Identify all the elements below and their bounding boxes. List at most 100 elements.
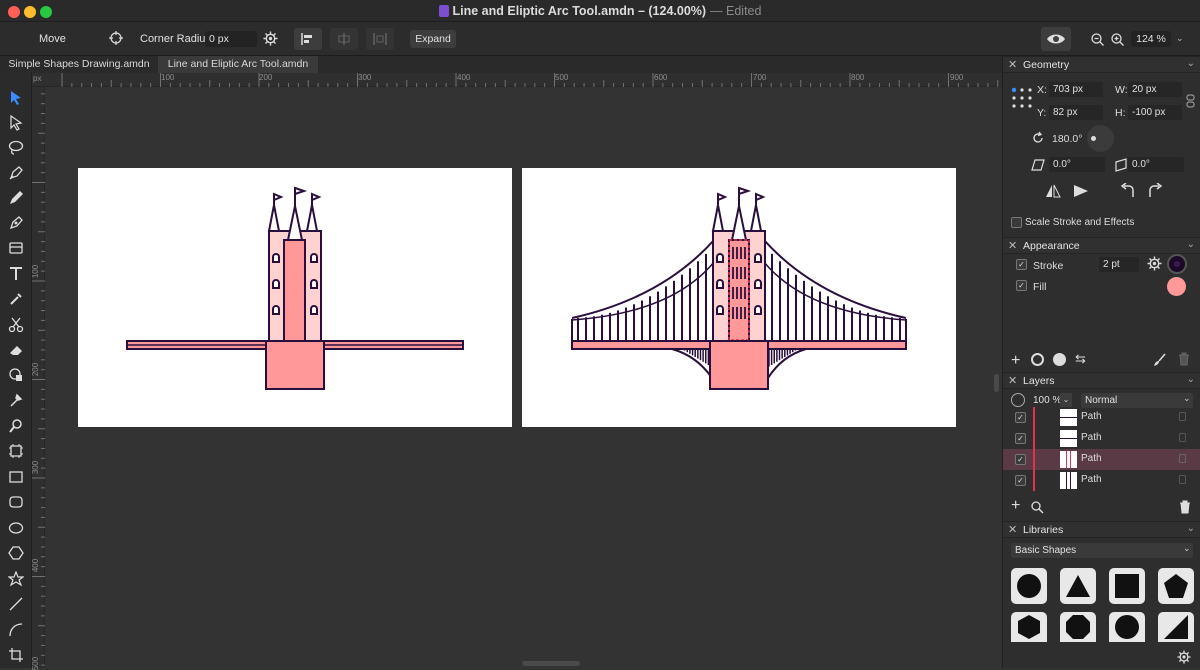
appearance-header[interactable]: ✕ Appearance ⌄ bbox=[1003, 237, 1200, 254]
skew-x-field[interactable]: 0.0° bbox=[1049, 157, 1105, 172]
library-square-shape[interactable] bbox=[1109, 568, 1145, 604]
library-pentagon-shape[interactable] bbox=[1158, 568, 1194, 604]
artboard-2[interactable] bbox=[522, 168, 956, 427]
polygon-tool-icon[interactable] bbox=[6, 543, 26, 563]
geometry-header[interactable]: ✕ Geometry ⌄ bbox=[1003, 56, 1200, 73]
canvas[interactable] bbox=[46, 87, 1002, 668]
trash-icon[interactable] bbox=[1178, 352, 1190, 369]
close-icon[interactable]: ✕ bbox=[1008, 58, 1017, 71]
color-picker-tool-icon[interactable] bbox=[6, 390, 26, 410]
brush-tool-icon[interactable] bbox=[6, 213, 26, 233]
rotate-right-icon[interactable] bbox=[1148, 182, 1164, 202]
ellipse-tool-icon[interactable] bbox=[6, 518, 26, 538]
search-icon[interactable] bbox=[1031, 501, 1044, 517]
rotation-value[interactable]: 180.0° bbox=[1052, 133, 1082, 145]
stroke-checkbox[interactable]: ✓ bbox=[1016, 259, 1027, 270]
tab-line-eliptic-arc[interactable]: Line and Eliptic Arc Tool.amdn bbox=[158, 56, 318, 73]
layer-row[interactable]: ✓ Path bbox=[1003, 470, 1200, 491]
lock-icon[interactable] bbox=[1179, 433, 1186, 442]
rounded-rectangle-tool-icon[interactable] bbox=[6, 492, 26, 512]
eyedropper-tool-icon[interactable] bbox=[6, 289, 26, 309]
artboard-1[interactable] bbox=[78, 168, 512, 427]
expand-button[interactable]: Expand bbox=[410, 30, 456, 48]
arc-tool-icon[interactable] bbox=[6, 620, 26, 640]
library-nonagon-shape[interactable] bbox=[1109, 612, 1145, 642]
flip-vertical-icon[interactable] bbox=[1073, 184, 1089, 201]
zoom-in-icon[interactable] bbox=[1111, 33, 1124, 49]
layer-row[interactable]: ✓ Path bbox=[1003, 407, 1200, 428]
rectangle-tool-icon[interactable] bbox=[6, 467, 26, 487]
library-right-triangle-shape[interactable] bbox=[1158, 612, 1194, 642]
add-layer-icon[interactable]: + bbox=[1011, 497, 1020, 515]
fill-checkbox[interactable]: ✓ bbox=[1016, 280, 1027, 291]
move-tool-icon[interactable] bbox=[6, 88, 26, 108]
layer-visibility-checkbox[interactable]: ✓ bbox=[1015, 412, 1026, 423]
rotation-dial[interactable] bbox=[1087, 125, 1114, 152]
y-field[interactable]: 82 px bbox=[1049, 105, 1103, 120]
zoom-tool-icon[interactable] bbox=[6, 416, 26, 436]
library-octagon-shape[interactable] bbox=[1060, 612, 1096, 642]
lock-icon[interactable] bbox=[1179, 412, 1186, 421]
layer-visibility-checkbox[interactable]: ✓ bbox=[1015, 475, 1026, 486]
close-icon[interactable]: ✕ bbox=[1008, 239, 1017, 252]
eraser-fill-tool-icon[interactable] bbox=[6, 238, 26, 258]
distribute-button[interactable] bbox=[366, 28, 394, 50]
stroke-width-field[interactable]: 2 pt bbox=[1099, 257, 1139, 272]
library-circle-shape[interactable] bbox=[1011, 568, 1047, 604]
blend-mode-select[interactable]: Normal bbox=[1081, 393, 1193, 408]
tab-simple-shapes[interactable]: Simple Shapes Drawing.amdn bbox=[0, 56, 158, 73]
lasso-tool-icon[interactable] bbox=[6, 138, 26, 158]
shape-builder-tool-icon[interactable] bbox=[6, 365, 26, 385]
scale-stroke-checkbox[interactable] bbox=[1011, 217, 1022, 228]
libraries-header[interactable]: ✕ Libraries ⌄ bbox=[1003, 521, 1200, 538]
pen-tool-icon[interactable] bbox=[6, 163, 26, 183]
align-center-button[interactable] bbox=[330, 28, 358, 50]
chevron-down-icon[interactable]: ⌄ bbox=[1187, 374, 1195, 385]
horizontal-scrollbar[interactable] bbox=[522, 661, 580, 666]
stroke-settings-gear-icon[interactable] bbox=[1147, 256, 1162, 274]
vertical-scrollbar[interactable] bbox=[994, 374, 999, 392]
close-icon[interactable]: ✕ bbox=[1008, 523, 1017, 536]
eraser-tool-icon[interactable] bbox=[6, 340, 26, 360]
chevron-down-icon[interactable]: ⌄ bbox=[1187, 523, 1195, 534]
lock-icon[interactable] bbox=[1179, 454, 1186, 463]
link-icon[interactable] bbox=[1186, 94, 1195, 111]
flip-horizontal-icon[interactable] bbox=[1045, 184, 1061, 201]
chevron-down-icon[interactable]: ⌄ bbox=[1187, 239, 1195, 250]
lock-icon[interactable] bbox=[1179, 475, 1186, 484]
crosshair-icon[interactable] bbox=[109, 31, 123, 48]
chevron-down-icon[interactable]: ⌄ bbox=[1187, 58, 1195, 69]
preview-eye-button[interactable] bbox=[1041, 27, 1071, 51]
brush-clear-icon[interactable] bbox=[1153, 353, 1167, 370]
layers-header[interactable]: ✕ Layers ⌄ bbox=[1003, 372, 1200, 389]
rotation-dial-handle[interactable] bbox=[1091, 136, 1096, 141]
star-tool-icon[interactable] bbox=[6, 569, 26, 589]
pencil-tool-icon[interactable] bbox=[6, 188, 26, 208]
artboard-tool-icon[interactable] bbox=[6, 441, 26, 461]
zoom-menu-chevron-icon[interactable]: ⌄ bbox=[1176, 33, 1184, 44]
align-left-button[interactable] bbox=[294, 28, 322, 50]
text-tool-icon[interactable] bbox=[6, 264, 26, 284]
layer-row[interactable]: ✓ Path bbox=[1003, 428, 1200, 449]
zoom-out-icon[interactable] bbox=[1091, 33, 1104, 49]
stroke-color-swatch[interactable] bbox=[1167, 254, 1187, 274]
gear-icon[interactable] bbox=[263, 31, 278, 49]
library-set-select[interactable]: Basic Shapes bbox=[1011, 543, 1193, 558]
add-stroke-icon[interactable] bbox=[1031, 353, 1044, 366]
reference-point-icon[interactable] bbox=[1011, 87, 1033, 112]
add-fill-icon[interactable] bbox=[1053, 353, 1066, 366]
library-triangle-shape[interactable] bbox=[1060, 568, 1096, 604]
zoom-level-field[interactable]: 124 % bbox=[1131, 31, 1171, 47]
skew-y-field[interactable]: 0.0° bbox=[1128, 157, 1184, 172]
tower-drawing[interactable] bbox=[78, 168, 512, 427]
layer-visibility-checkbox[interactable]: ✓ bbox=[1015, 454, 1026, 465]
fill-color-swatch[interactable] bbox=[1167, 277, 1186, 296]
swap-icon[interactable]: ⇆ bbox=[1075, 351, 1086, 367]
layer-row-selected[interactable]: ✓ Path bbox=[1003, 449, 1200, 470]
layer-visibility-checkbox[interactable]: ✓ bbox=[1015, 433, 1026, 444]
scissors-tool-icon[interactable] bbox=[6, 315, 26, 335]
library-hexagon-shape[interactable] bbox=[1011, 612, 1047, 642]
w-field[interactable]: 20 px bbox=[1128, 82, 1182, 97]
direct-select-tool-icon[interactable] bbox=[6, 113, 26, 133]
delete-layer-icon[interactable] bbox=[1179, 500, 1191, 517]
